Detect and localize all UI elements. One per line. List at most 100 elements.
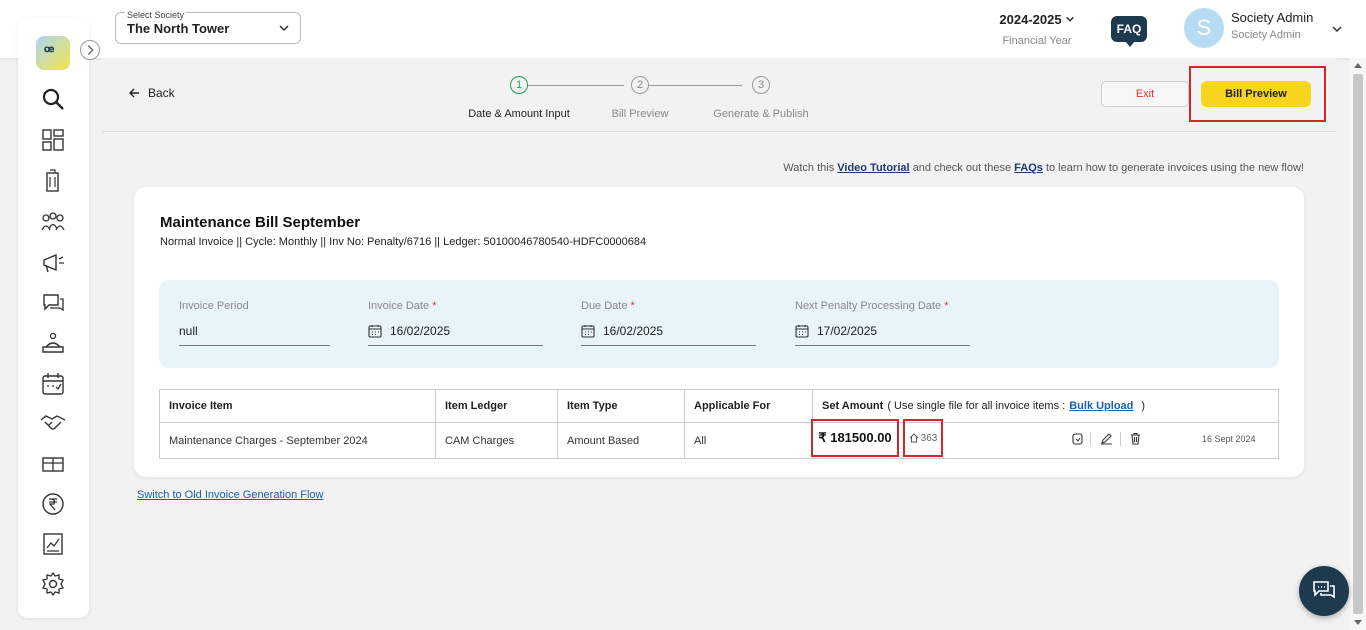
step-1-label: Date & Amount Input [468,108,570,120]
chevron-down-icon [279,25,289,32]
units-value: 363 [920,432,938,444]
members-icon[interactable] [40,209,66,235]
units-count[interactable]: 363 [903,419,943,457]
video-tutorial-link[interactable]: Video Tutorial [837,162,909,174]
chevron-down-icon [1065,16,1074,22]
logo-glyph: ꟹ [44,44,55,61]
cell-item-type: Amount Based [558,423,685,458]
old-flow-link[interactable]: Switch to Old Invoice Generation Flow [137,489,323,501]
back-label: Back [148,86,175,100]
tutorial-note: Watch this Video Tutorial and check out … [783,162,1304,174]
invoice-period-field[interactable]: Invoice Period null [179,300,330,346]
column-header-item-type: Item Type [558,390,685,423]
step-indicator: 1 2 3 Date & Amount Input Bill Preview G… [462,76,822,126]
required-marker: * [432,300,437,312]
set-amount-label: Set Amount [822,400,884,412]
announcement-icon[interactable] [40,250,66,276]
required-marker: * [944,300,949,312]
financial-year-select[interactable]: 2024-2025 Financial Year [990,12,1084,47]
column-header-applicable-for: Applicable For [685,390,813,423]
scroll-down-arrow[interactable] [1354,620,1362,625]
handshake-icon[interactable] [40,410,66,436]
building-icon[interactable] [40,168,66,194]
field-label-text: Invoice Date [368,300,430,312]
user-role: Society Admin [1231,29,1301,41]
field-label-text: Due Date [581,300,628,312]
back-button[interactable]: Back [128,86,175,100]
sidebar-collapse-button[interactable] [80,40,100,60]
invoice-date-input[interactable]: 16/02/2025 [368,322,543,346]
column-header-item-ledger: Item Ledger [436,390,558,423]
helpdesk-icon[interactable] [40,331,66,357]
next-penalty-date-input[interactable]: 17/02/2025 [795,322,970,346]
vertical-scrollbar[interactable] [1350,58,1366,630]
step-2-circle: 2 [631,76,649,94]
bill-title: Maintenance Bill September [160,214,361,231]
field-value: null [179,323,198,338]
tutorial-middle: and check out these [909,162,1015,174]
row-date: 16 Sept 2024 [1202,434,1256,444]
report-icon[interactable] [40,531,66,557]
top-bar: Select Society The North Tower 2024-2025… [0,0,1366,58]
column-header-invoice-item: Invoice Item [160,390,436,423]
field-label: Invoice Date * [368,300,543,312]
exit-button[interactable]: Exit [1101,81,1189,107]
field-label: Next Penalty Processing Date * [795,300,970,312]
search-icon[interactable] [40,86,66,112]
view-icon[interactable] [1071,432,1084,445]
dashboard-icon[interactable] [40,127,66,153]
field-label-text: Invoice Period [179,300,249,312]
field-label: Due Date * [581,300,756,312]
society-select-label: Select Society [125,10,187,20]
parking-icon[interactable] [40,451,66,477]
edit-icon[interactable] [1100,432,1113,445]
cell-applicable-for: All [685,423,813,458]
user-menu[interactable]: Society Admin Society Admin [1231,10,1313,41]
faq-button[interactable]: FAQ [1111,16,1147,47]
invoice-date-field[interactable]: Invoice Date * 16/02/2025 [368,300,543,346]
set-amount-note-end: ) [1141,400,1146,412]
invoice-items-table: Invoice Item Item Ledger Item Type Appli… [159,389,1279,459]
scroll-up-arrow[interactable] [1354,63,1362,68]
bill-subtitle: Normal Invoice || Cycle: Monthly || Inv … [160,236,647,248]
step-3-label: Generate & Publish [713,108,809,120]
settings-icon[interactable] [40,571,66,597]
next-penalty-date-field[interactable]: Next Penalty Processing Date * 17/02/202… [795,300,970,346]
action-divider [1090,432,1091,446]
tutorial-suffix: to learn how to generate invoices using … [1042,162,1304,174]
due-date-field[interactable]: Due Date * 16/02/2025 [581,300,756,346]
faqs-link[interactable]: FAQs [1014,162,1043,174]
wizard-header: Back 1 2 3 Date & Amount Input Bill Prev… [102,58,1336,132]
tutorial-prefix: Watch this [783,162,838,174]
bill-preview-button[interactable]: Bill Preview [1201,81,1311,107]
step-3-circle: 3 [752,76,770,94]
chat-bubble-icon [1313,581,1335,599]
calendar-icon[interactable] [40,371,66,397]
due-date-input[interactable]: 16/02/2025 [581,322,756,346]
field-label: Invoice Period [179,300,330,312]
calendar-icon [581,324,595,338]
chat-support-button[interactable] [1299,566,1349,616]
society-select[interactable]: Select Society The North Tower [115,10,301,44]
dates-panel: Invoice Period null Invoice Date * 16/02… [159,280,1279,368]
chevron-down-icon[interactable] [1331,23,1343,35]
chevron-right-icon [87,45,94,55]
bulk-upload-link[interactable]: Bulk Upload [1069,400,1133,412]
chat-icon[interactable] [40,290,66,316]
amount-value[interactable]: ₹ 181500.00 [811,419,899,457]
home-icon [909,433,919,443]
avatar[interactable]: S [1184,8,1224,48]
field-label-text: Next Penalty Processing Date [795,300,942,312]
delete-icon[interactable] [1129,432,1142,445]
scroll-thumb[interactable] [1353,74,1363,614]
app-logo[interactable]: ꟹ [36,36,70,70]
field-value: 17/02/2025 [817,323,878,338]
step-1-circle: 1 [510,76,528,94]
cell-item-ledger: CAM Charges [436,423,558,458]
sidebar: ꟹ [18,18,89,618]
required-marker: * [630,300,635,312]
cell-invoice-item: Maintenance Charges - September 2024 [160,423,436,458]
invoice-period-input[interactable]: null [179,322,330,346]
bill-card: Maintenance Bill September Normal Invoic… [134,187,1304,477]
rupee-icon[interactable] [40,491,66,517]
